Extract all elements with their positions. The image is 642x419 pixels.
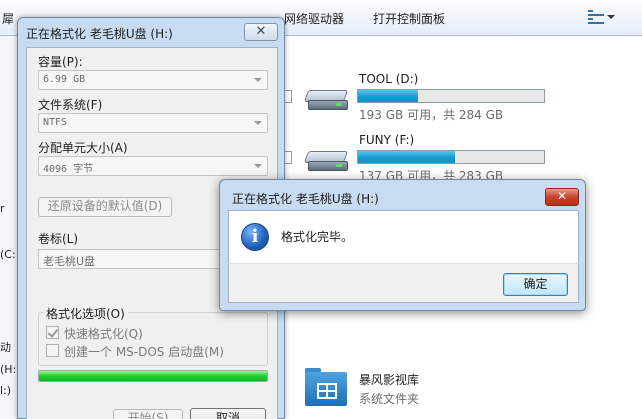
drive-name[interactable]: TOOL (D:) (359, 72, 418, 86)
drive-usage-fill (358, 90, 418, 102)
chevron-down-icon (254, 78, 262, 82)
drive-usage-bar (357, 150, 545, 164)
nav-item-fragment[interactable]: r (0, 202, 5, 215)
volume-label-value: 老毛桃U盘 (43, 255, 96, 268)
ok-button[interactable]: 确定 (503, 273, 568, 296)
message-content: i 格式化完毕。 (228, 210, 579, 263)
chevron-down-icon (254, 164, 262, 168)
msdos-startup-label: 创建一个 MS-DOS 启动盘(M) (64, 345, 224, 359)
filesystem-value: NTFS (43, 117, 68, 128)
capacity-select[interactable]: 6.99 GB (38, 70, 268, 90)
drive-checkbox-fragment[interactable] (284, 90, 292, 103)
allocation-size-label: 分配单元大小(A) (38, 141, 128, 155)
volume-label-label: 卷标(L) (38, 232, 79, 246)
drive-usage-bar (357, 89, 545, 103)
message-text: 格式化完毕。 (281, 230, 354, 244)
format-progress-bar (38, 370, 268, 382)
hard-drive-icon (303, 86, 350, 112)
message-footer: 确定 (228, 263, 579, 303)
start-button[interactable]: 开始(S) (113, 409, 183, 419)
filesystem-label: 文件系统(F) (38, 98, 103, 112)
quick-format-label: 快速格式化(Q) (64, 327, 143, 341)
format-options-group: 格式化选项(O) 快速格式化(Q) 创建一个 MS-DOS 启动盘(M) (38, 305, 268, 366)
hard-drive-icon (303, 147, 350, 173)
cancel-button[interactable]: 取消 (190, 408, 266, 419)
view-options-icon[interactable] (588, 9, 618, 27)
open-control-panel-button[interactable]: 打开控制面板 (373, 10, 445, 27)
map-network-drive-button[interactable]: 网络驱动器 (284, 10, 344, 27)
format-progress-fill (39, 371, 267, 381)
nav-item-fragment[interactable]: (H: (0, 363, 16, 376)
drive-name[interactable]: FUNY (F:) (359, 133, 414, 147)
drive-usage-fill (358, 151, 455, 163)
toolbar-item-truncated[interactable]: 犀 (2, 10, 14, 27)
close-icon[interactable]: ✕ (244, 23, 278, 41)
restore-defaults-button[interactable]: 还原设备的默认值(D) (38, 197, 172, 217)
info-icon: i (241, 223, 269, 251)
close-icon[interactable]: ✕ (545, 188, 579, 206)
drive-checkbox-fragment[interactable] (284, 151, 292, 164)
quick-format-checkbox[interactable] (46, 326, 59, 339)
folder-type: 系统文件夹 (359, 392, 420, 406)
allocation-size-select[interactable]: 4096 字节 (38, 156, 268, 176)
filesystem-select[interactable]: NTFS (38, 113, 268, 133)
nav-item-fragment[interactable]: (C: (0, 248, 16, 261)
video-folder-icon[interactable] (305, 368, 349, 408)
capacity-label: 容量(P): (38, 55, 83, 69)
nav-item-fragment[interactable]: l:) (0, 384, 11, 397)
chevron-down-icon (254, 121, 262, 125)
nav-item-fragment[interactable]: 动 (0, 339, 11, 355)
format-dialog-title: 正在格式化 老毛桃U盘 (H:) (26, 27, 173, 41)
format-options-legend: 格式化选项(O) (43, 305, 128, 322)
msdos-startup-checkbox[interactable] (46, 344, 59, 357)
message-dialog-title: 正在格式化 老毛桃U盘 (H:) (232, 192, 379, 206)
drive-space-info: 193 GB 可用，共 284 GB (359, 108, 504, 122)
folder-name[interactable]: 暴风影视库 (359, 371, 419, 388)
capacity-value: 6.99 GB (43, 74, 86, 85)
format-complete-dialog: 正在格式化 老毛桃U盘 (H:) ✕ i 格式化完毕。 确定 (219, 179, 586, 311)
allocation-size-value: 4096 字节 (43, 164, 94, 175)
